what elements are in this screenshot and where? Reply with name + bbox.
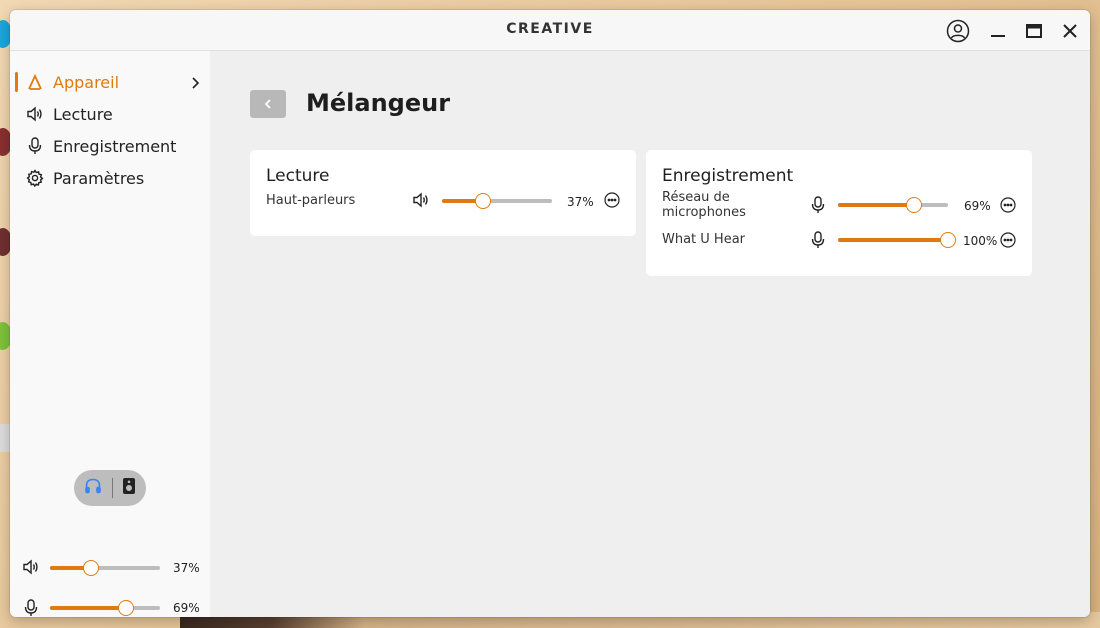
sidebar-item-label: Appareil (53, 72, 120, 92)
mixer-row-speakers: Haut-parleurs 37% (250, 190, 636, 220)
sidebar: Appareil Lecture Enregistrement Paramètr… (10, 51, 210, 617)
more-icon (1000, 197, 1016, 213)
sidebar-item-parametres[interactable]: Paramètres (10, 164, 210, 192)
mixer-row-microphone-array: Réseau de microphones 69% (646, 190, 1032, 220)
maximize-button[interactable] (1021, 18, 1047, 44)
microphone-array-volume-slider[interactable] (838, 197, 948, 213)
sidebar-item-label: Enregistrement (53, 136, 177, 156)
speakers-volume-value: 37% (567, 195, 594, 209)
channel-label: Haut-parleurs (266, 193, 356, 208)
sidebar-playback-slider-row: 37% (10, 556, 210, 580)
account-button[interactable] (945, 18, 971, 44)
close-icon (1063, 24, 1077, 38)
speakers-volume-slider[interactable] (442, 193, 552, 209)
sidebar-item-lecture[interactable]: Lecture (10, 100, 210, 128)
more-icon (604, 192, 620, 208)
slider-thumb[interactable] (82, 560, 99, 576)
creative-logo-icon (26, 73, 44, 91)
more-options-button[interactable] (1000, 197, 1016, 213)
sidebar-item-enregistrement[interactable]: Enregistrement (10, 132, 210, 160)
playback-mixer-card: Lecture Haut-parleurs 37% (250, 150, 636, 236)
slider-thumb[interactable] (117, 600, 134, 616)
maximize-icon (1026, 24, 1042, 38)
mixer-row-what-u-hear: What U Hear 100% (646, 228, 1032, 258)
slider-thumb[interactable] (905, 197, 922, 213)
more-options-button[interactable] (604, 192, 620, 208)
creative-app-window: CREATIVE Appareil Lecture Enregistrement… (10, 10, 1090, 617)
brand-logo: CREATIVE (506, 21, 594, 37)
speaker-icon (26, 105, 44, 123)
speaker-icon (22, 559, 40, 579)
microphone-icon (26, 137, 44, 155)
title-bar: CREATIVE (10, 10, 1090, 51)
what-u-hear-volume-slider[interactable] (838, 232, 956, 248)
toggle-divider (111, 478, 113, 498)
sidebar-recording-slider-row: 69% (10, 596, 210, 617)
slider-thumb[interactable] (940, 232, 956, 248)
sidebar-playback-volume-value: 37% (173, 561, 200, 575)
slider-fill (50, 606, 126, 610)
user-icon (946, 19, 970, 43)
chevron-right-icon (188, 75, 202, 94)
microphone-icon[interactable] (811, 196, 825, 218)
card-title: Lecture (266, 166, 330, 186)
back-button[interactable] (250, 90, 286, 118)
minimize-button[interactable] (985, 18, 1011, 44)
microphone-icon (24, 599, 38, 617)
active-indicator (15, 72, 18, 92)
page-title: Mélangeur (306, 89, 451, 117)
what-u-hear-volume-value: 100% (963, 234, 998, 248)
speaker-device-icon[interactable] (122, 477, 136, 499)
minimize-icon (991, 35, 1005, 37)
recording-mixer-card: Enregistrement Réseau de microphones 69%… (646, 150, 1032, 276)
card-title: Enregistrement (662, 166, 794, 186)
slider-fill (838, 203, 914, 207)
channel-label: What U Hear (662, 232, 746, 247)
sidebar-playback-volume-slider[interactable] (50, 560, 160, 576)
microphone-array-volume-value: 69% (964, 199, 991, 213)
output-device-toggle[interactable] (74, 470, 146, 506)
sidebar-item-label: Lecture (53, 104, 113, 124)
microphone-icon[interactable] (811, 231, 825, 253)
close-button[interactable] (1057, 18, 1083, 44)
slider-fill (838, 238, 948, 242)
more-options-button[interactable] (1000, 232, 1016, 248)
slider-thumb[interactable] (474, 193, 491, 209)
channel-label: Réseau de microphones (662, 190, 746, 220)
sidebar-recording-volume-slider[interactable] (50, 600, 160, 616)
sidebar-recording-volume-value: 69% (173, 601, 200, 615)
more-icon (1000, 232, 1016, 248)
sidebar-item-label: Paramètres (53, 168, 145, 188)
sidebar-item-appareil[interactable]: Appareil (10, 68, 210, 96)
headphones-icon[interactable] (84, 477, 102, 499)
chevron-left-icon (264, 99, 271, 109)
speaker-icon[interactable] (412, 192, 430, 212)
gear-icon (26, 169, 44, 187)
main-content: Mélangeur Lecture Haut-parleurs 37% Enre… (210, 51, 1090, 617)
